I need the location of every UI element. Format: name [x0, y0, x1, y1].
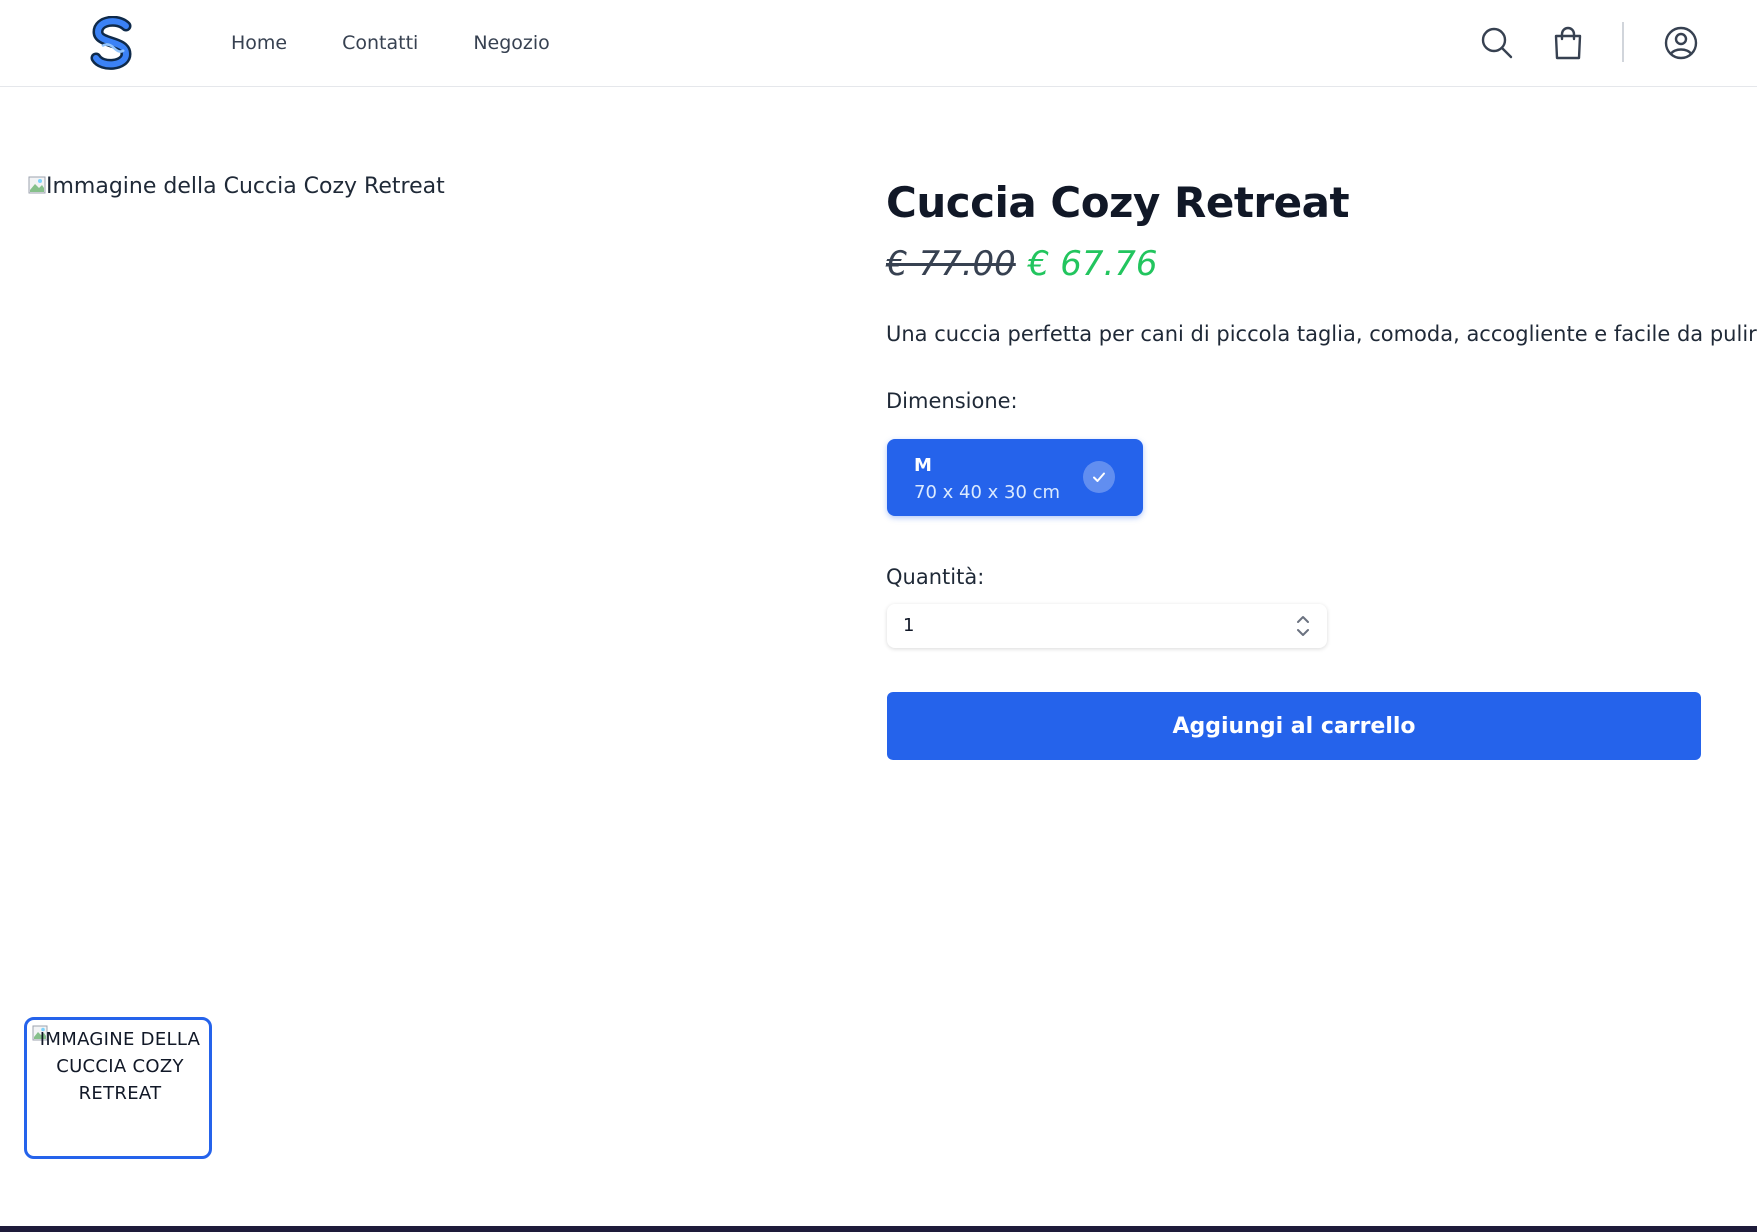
- footer-edge: [0, 1226, 1757, 1232]
- thumbnail-alt-text: Immagine della Cuccia Cozy Retreat: [39, 1029, 201, 1104]
- shopping-bag-icon[interactable]: [1549, 24, 1587, 62]
- broken-image-icon: [28, 176, 46, 194]
- nav-negozio[interactable]: Negozio: [473, 32, 549, 54]
- size-option-name: M: [914, 455, 932, 476]
- header-divider: [1622, 22, 1624, 62]
- search-icon[interactable]: [1478, 24, 1516, 62]
- product-description: Una cuccia perfetta per cani di piccola …: [886, 322, 1757, 346]
- site-logo[interactable]: [88, 15, 136, 70]
- product-thumbnail[interactable]: Immagine della Cuccia Cozy Retreat: [24, 1017, 212, 1159]
- size-option-dimensions: 70 x 40 x 30 cm: [914, 482, 1061, 503]
- dimension-label: Dimensione:: [886, 389, 1018, 413]
- user-account-icon[interactable]: [1662, 24, 1700, 62]
- nav-home[interactable]: Home: [231, 32, 287, 54]
- sale-price: € 67.76: [1027, 244, 1158, 284]
- original-price: € 77.00: [886, 244, 1016, 284]
- quantity-value[interactable]: 1: [903, 615, 914, 636]
- product-main-image: Immagine della Cuccia Cozy Retreat: [28, 174, 445, 199]
- add-to-cart-button[interactable]: Aggiungi al carrello: [887, 692, 1701, 760]
- size-option-m[interactable]: M 70 x 40 x 30 cm: [887, 439, 1143, 516]
- main-nav: Home Contatti Negozio: [231, 32, 550, 54]
- quantity-label: Quantità:: [886, 565, 985, 589]
- product-title: Cuccia Cozy Retreat: [886, 178, 1350, 227]
- chevron-up-down-icon[interactable]: [1295, 612, 1311, 640]
- quantity-stepper[interactable]: 1: [887, 604, 1327, 648]
- check-icon: [1083, 461, 1115, 493]
- site-header: Home Contatti Negozio: [0, 0, 1757, 87]
- price-block: € 77.00 € 67.76: [886, 244, 1158, 284]
- nav-contatti[interactable]: Contatti: [342, 32, 418, 54]
- product-image-alt-text: Immagine della Cuccia Cozy Retreat: [46, 174, 445, 199]
- s-monogram-logo-icon: [90, 15, 132, 70]
